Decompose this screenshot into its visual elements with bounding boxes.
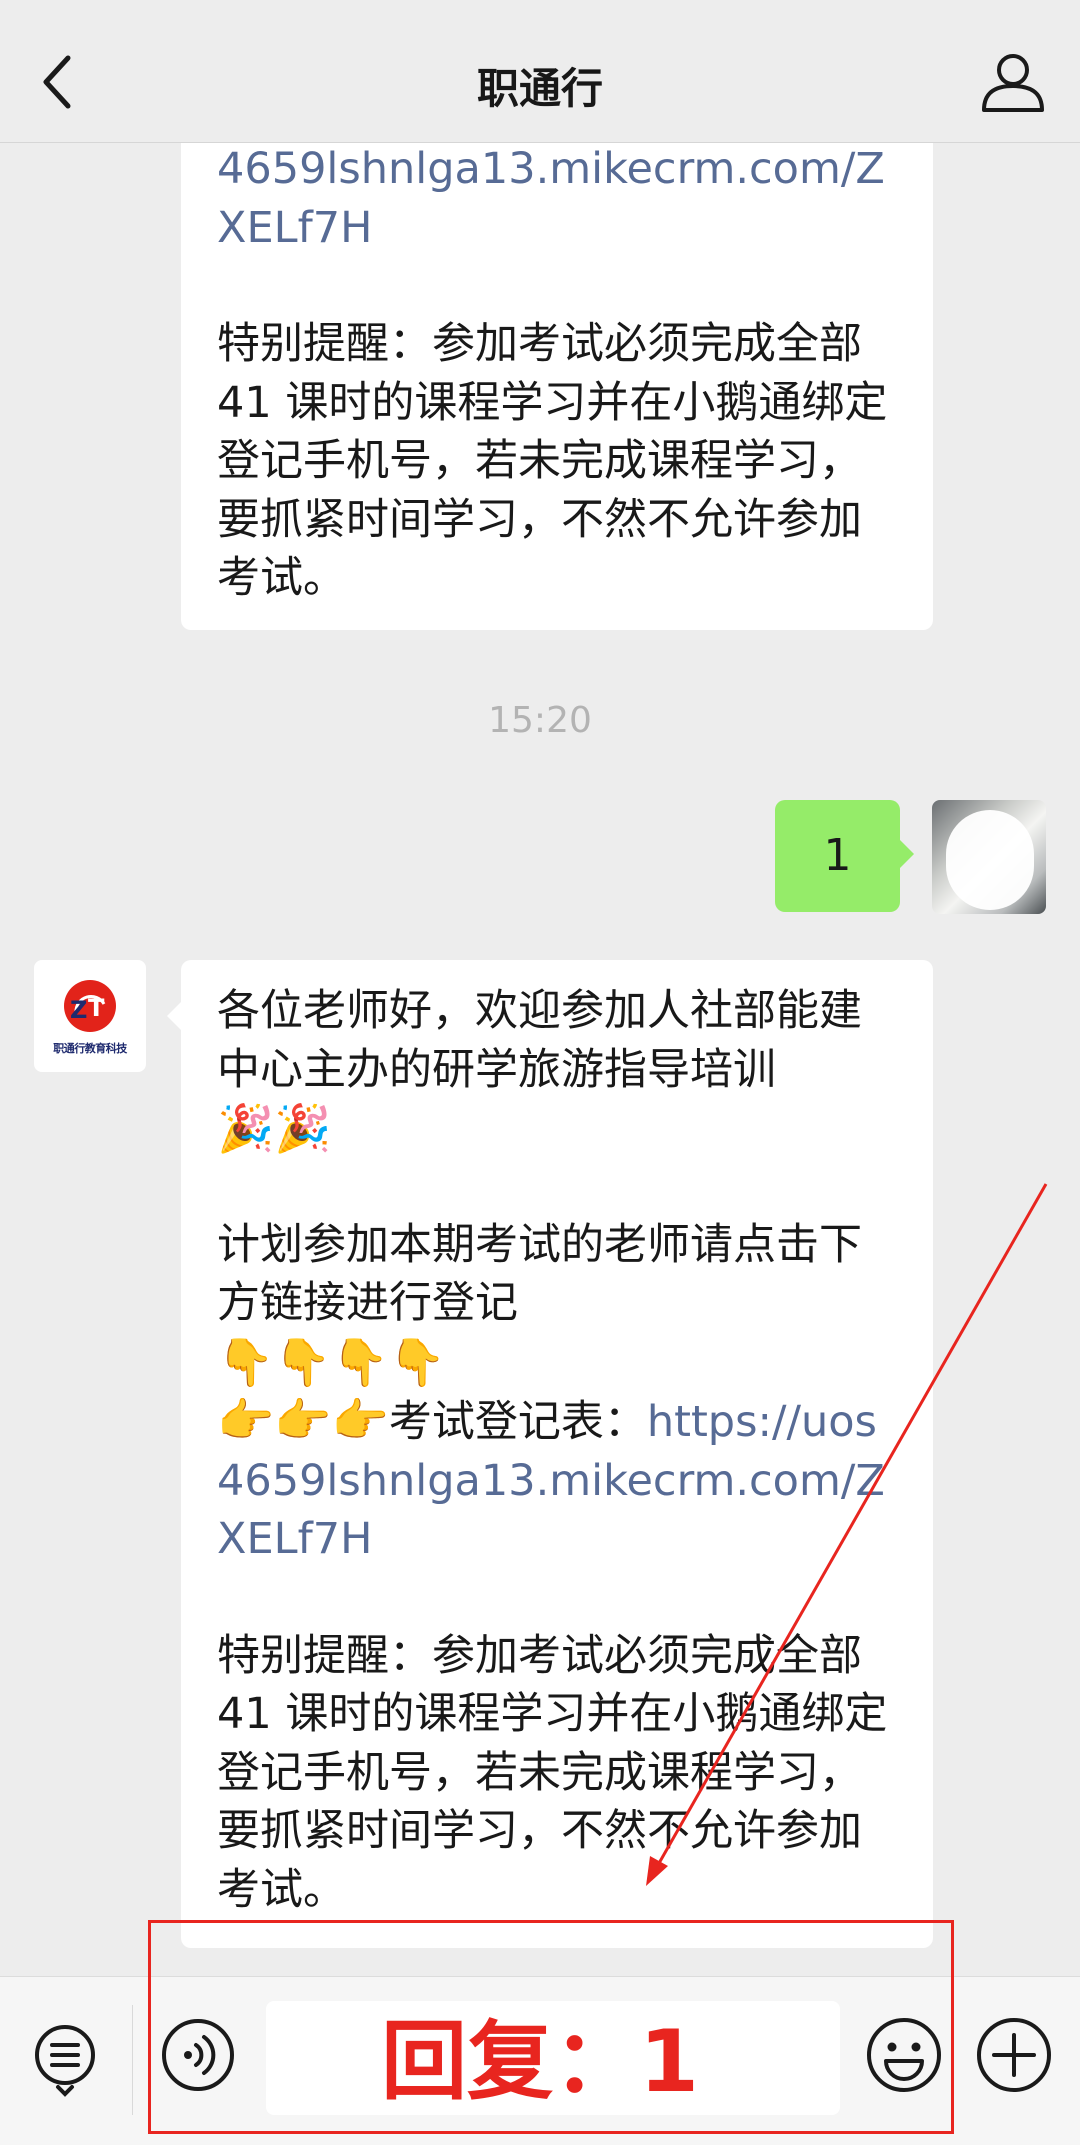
chat-area[interactable]: 4659lshnlga13.mikecrm.com/ZXELf7H 特别提醒：参… — [0, 142, 1080, 1976]
point-right-emoji: 👉👉👉 — [217, 1393, 389, 1447]
user-message[interactable]: 1 — [775, 800, 914, 912]
message-link[interactable]: 4659lshnlga13.mikecrm.com/ZXELf7H — [217, 142, 897, 257]
message-reminder: 特别提醒：参加考试必须完成全部 41 课时的课程学习并在小鹅通绑定登记手机号，若… — [217, 1630, 888, 1915]
point-down-emoji: 👇👇👇👇 — [217, 1334, 447, 1389]
message-greeting: 各位老师好，欢迎参加人社部能建中心主办的研学旅游指导培训 — [217, 986, 862, 1095]
bot-avatar[interactable]: Z T 职通行教育科技 — [34, 960, 146, 1072]
form-label: 考试登记表： — [388, 1397, 647, 1447]
plus-icon[interactable] — [974, 2015, 1054, 2095]
bot-message-previous[interactable]: 4659lshnlga13.mikecrm.com/ZXELf7H 特别提醒：参… — [181, 142, 933, 630]
message-plan: 计划参加本期考试的老师请点击下方链接进行登记 — [217, 1219, 862, 1329]
message-form-line: 👉👉👉考试登记表：https://uos4659lshnlga13.mikecr… — [217, 1391, 897, 1569]
divider — [132, 2005, 133, 2115]
message-reminder: 特别提醒：参加考试必须完成全部 41 课时的课程学习并在小鹅通绑定登记手机号，若… — [217, 319, 888, 603]
input-bar — [0, 1976, 1080, 2145]
message-timestamp: 15:20 — [488, 700, 592, 741]
person-icon[interactable] — [980, 52, 1046, 112]
chat-title: 职通行 — [476, 64, 603, 113]
chat-header: 职通行 — [0, 0, 1080, 143]
company-logo-icon: Z T — [64, 980, 116, 1032]
voice-icon[interactable] — [160, 2017, 236, 2093]
bot-message[interactable]: 各位老师好，欢迎参加人社部能建中心主办的研学旅游指导培训 🎉🎉 计划参加本期考试… — [167, 960, 933, 1948]
list-menu-icon[interactable] — [30, 2021, 100, 2101]
party-popper-emoji: 🎉🎉 — [217, 1101, 332, 1155]
user-avatar[interactable] — [932, 800, 1046, 914]
message-input[interactable] — [266, 2001, 840, 2115]
svg-text:T: T — [88, 994, 105, 1022]
svg-text:Z: Z — [70, 996, 87, 1024]
smiley-icon[interactable] — [864, 2015, 944, 2095]
logo-wordmark: 职通行教育科技 — [53, 1042, 127, 1055]
